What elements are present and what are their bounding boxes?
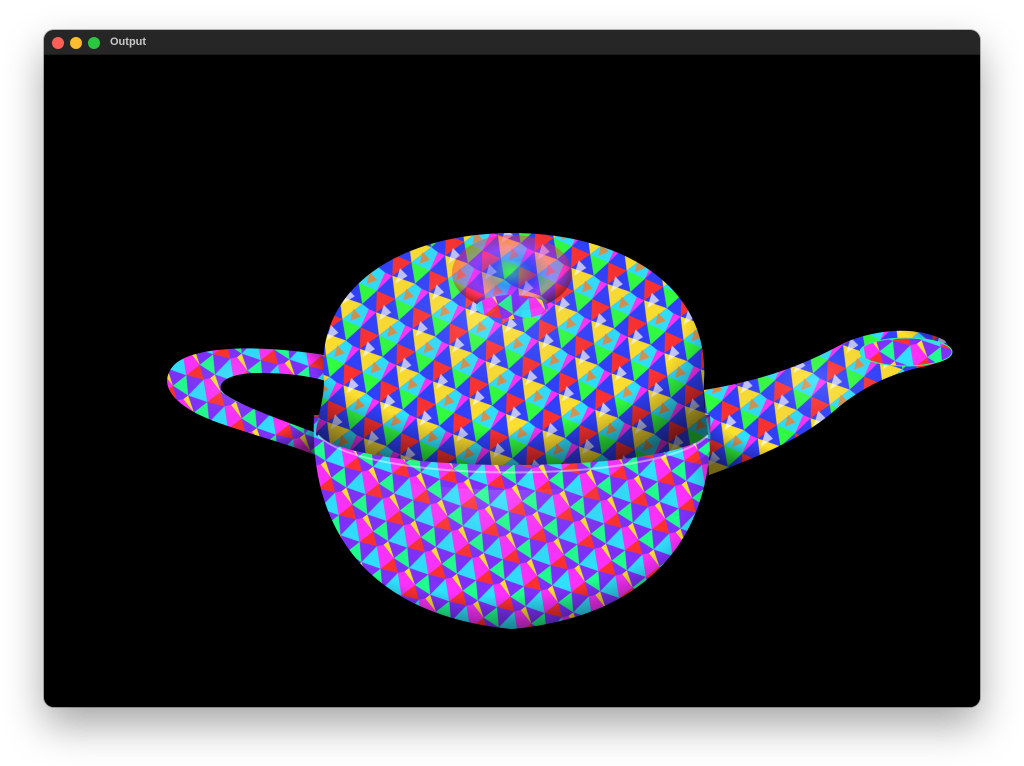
title-bar[interactable]: Output xyxy=(44,30,980,55)
zoom-button[interactable] xyxy=(88,37,100,49)
teapot-handle xyxy=(167,348,326,457)
render-viewport[interactable] xyxy=(44,55,980,707)
close-button[interactable] xyxy=(52,37,64,49)
window-title: Output xyxy=(110,36,147,48)
teapot-spout xyxy=(704,330,953,475)
teapot-render xyxy=(167,233,953,629)
output-window: Output xyxy=(44,30,980,707)
minimize-button[interactable] xyxy=(70,37,82,49)
